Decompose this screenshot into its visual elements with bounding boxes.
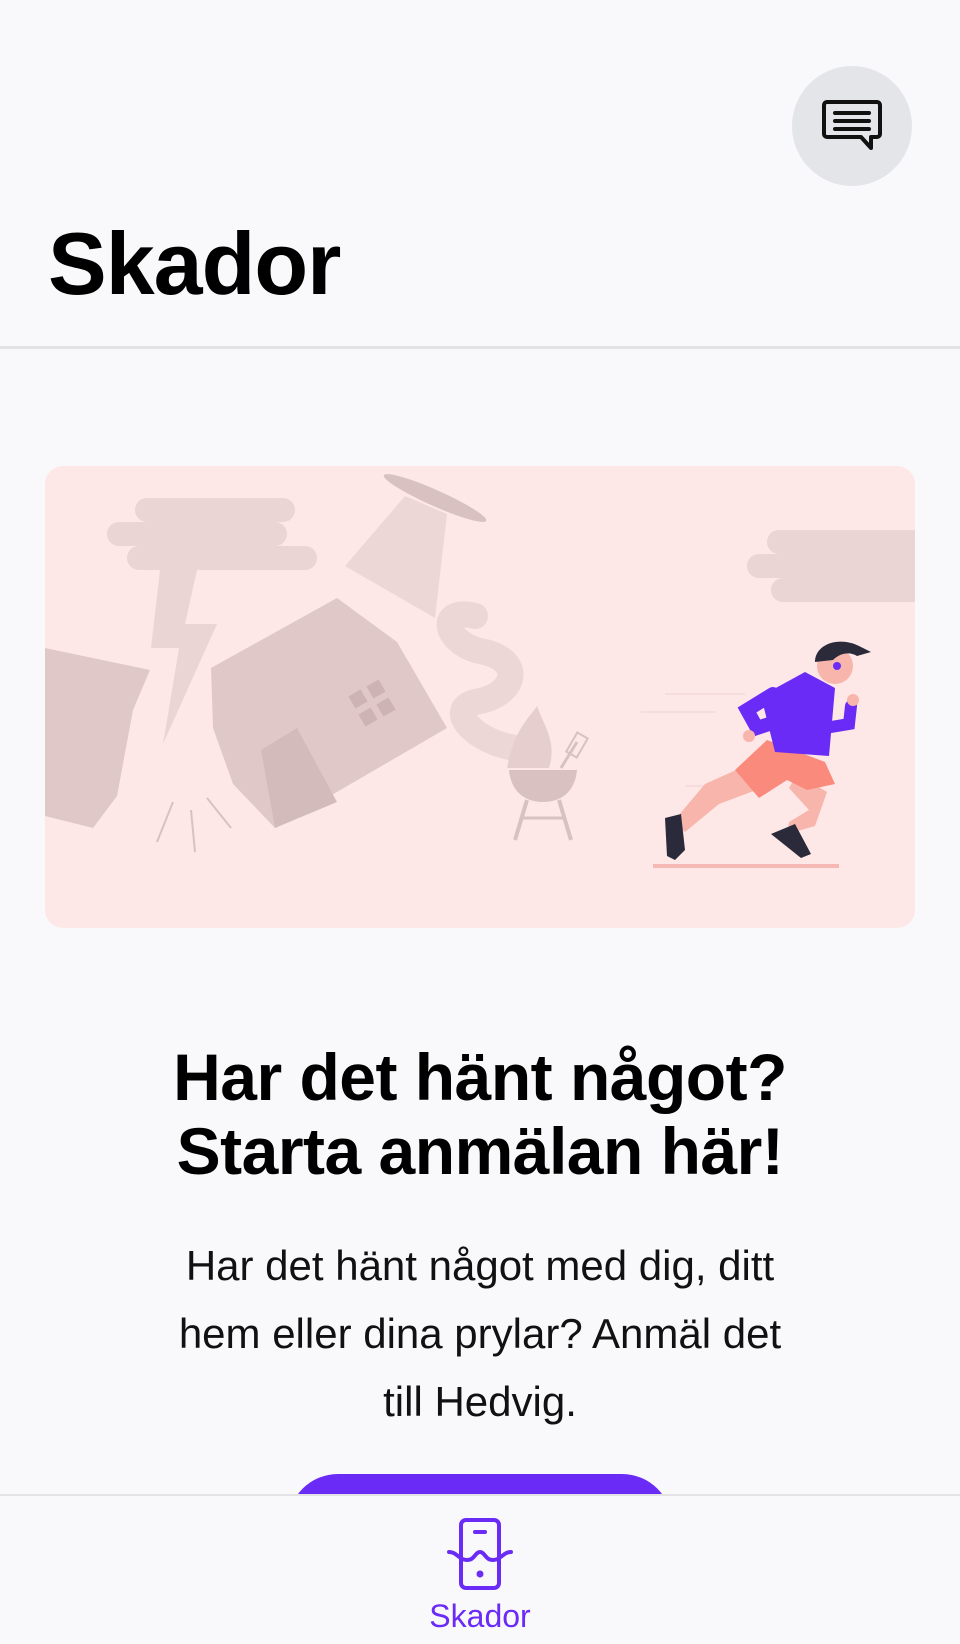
description-line-3: till Hedvig. <box>383 1378 577 1425</box>
description-line-1: Har det hänt något med dig, ditt <box>185 1242 775 1289</box>
smoke <box>436 601 528 761</box>
house-fragment <box>45 648 150 828</box>
description-line-2: hem eller dina prylar? Anmäl det <box>178 1310 782 1357</box>
tab-claims[interactable]: Skador <box>400 1496 560 1644</box>
description: Har det hänt något med dig, ditt hem ell… <box>120 1232 840 1436</box>
house-icon <box>211 598 447 828</box>
page-title: Skador <box>48 214 341 313</box>
tab-claims-label: Skador <box>429 1598 531 1634</box>
claims-screen: Skador Har det hänt något? Starta anmäla… <box>0 0 960 1644</box>
chat-button[interactable] <box>792 66 912 186</box>
crack-lines <box>156 797 232 853</box>
tab-bar: Skador <box>0 1494 960 1644</box>
header-divider <box>0 346 960 349</box>
claims-tab-icon <box>447 1518 513 1590</box>
headline-line-1: Har det hänt något? <box>173 1040 787 1114</box>
chat-bubble-icon <box>822 100 882 150</box>
headline: Har det hänt något? Starta anmälan här! <box>60 1040 900 1188</box>
running-person-icon <box>665 641 871 860</box>
claims-illustration <box>45 466 915 928</box>
headline-line-2: Starta anmälan här! <box>176 1114 784 1188</box>
ufo-beam <box>345 496 447 618</box>
speed-lines <box>641 693 745 787</box>
lightning-icon <box>151 570 217 744</box>
grill-icon <box>507 706 590 841</box>
cloud-icon <box>747 530 915 602</box>
cloud-icon <box>107 498 317 570</box>
